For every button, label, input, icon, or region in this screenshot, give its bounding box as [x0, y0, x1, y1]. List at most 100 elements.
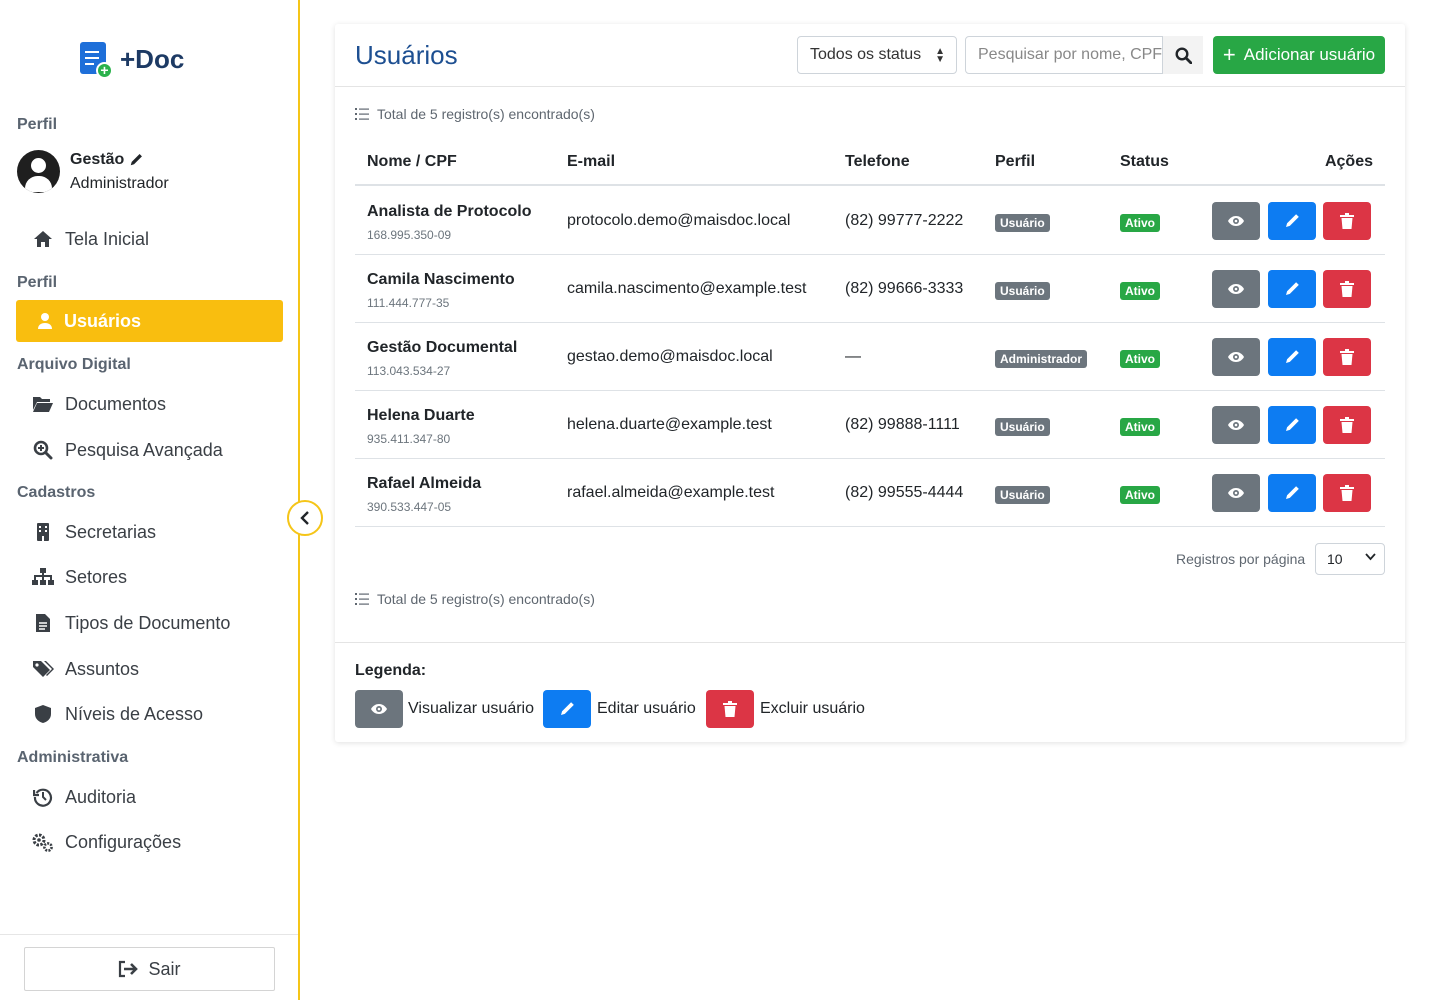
status-filter-value: Todos os status: [810, 46, 922, 63]
delete-user-button[interactable]: [1323, 474, 1371, 512]
card-header: Usuários Todos os status ▲ ▼ Pesquisar po…: [335, 24, 1405, 87]
sidebar-item-settings[interactable]: Configurações: [32, 830, 181, 854]
edit-user-button[interactable]: [1268, 202, 1316, 240]
sidebar-item-users[interactable]: Usuários: [16, 300, 283, 342]
eye-icon: [1227, 283, 1245, 295]
building-icon: [32, 521, 54, 543]
sitemap-icon: [32, 566, 54, 588]
total-records-text: Total de 5 registro(s) encontrado(s): [377, 106, 595, 122]
perfil-badge: Administrador: [995, 350, 1088, 368]
total-records-text: Total de 5 registro(s) encontrado(s): [377, 591, 595, 607]
list-icon: [355, 593, 369, 605]
user-email-cell: rafael.almeida@example.test: [567, 484, 775, 501]
delete-user-button[interactable]: [1323, 338, 1371, 376]
user-email-cell: camila.nascimento@example.test: [567, 280, 807, 297]
sidebar-item-label: Usuários: [64, 310, 142, 331]
sidebar-item-advanced-search[interactable]: Pesquisa Avançada: [32, 438, 223, 462]
section-admin: Administrativa: [17, 749, 129, 766]
tags-icon: [32, 658, 54, 680]
sidebar-item-home[interactable]: Tela Inicial: [32, 227, 149, 251]
history-icon: [32, 786, 54, 808]
sidebar-item-doc-types[interactable]: Tipos de Documento: [32, 611, 230, 635]
sort-caret-icon: ▲ ▼: [935, 46, 945, 65]
eye-icon: [370, 703, 388, 715]
user-email-cell: gestao.demo@maisdoc.local: [567, 348, 773, 365]
search-plus-icon: [32, 439, 54, 461]
search-icon: [1174, 46, 1192, 64]
user-cpf-cell: 935.411.347-80: [367, 432, 451, 446]
trash-icon: [723, 701, 737, 717]
pencil-icon: [1284, 213, 1300, 229]
status-filter-select[interactable]: Todos os status ▲ ▼: [797, 36, 957, 74]
column-status: Status: [1120, 153, 1169, 170]
search-button[interactable]: [1163, 36, 1203, 74]
sidebar-item-label: Níveis de Acesso: [65, 703, 204, 724]
user-role: Administrador: [70, 174, 169, 192]
total-records-bottom: Total de 5 registro(s) encontrado(s): [355, 591, 595, 607]
sidebar-item-assuntos[interactable]: Assuntos: [32, 657, 139, 681]
pencil-icon: [559, 701, 575, 717]
add-user-button[interactable]: + Adicionar usuário: [1213, 36, 1385, 74]
perfil-badge: Usuário: [995, 214, 1050, 232]
section-perfil: Perfil: [17, 274, 58, 291]
status-badge: Ativo: [1120, 350, 1160, 368]
per-page-select[interactable]: 10: [1315, 543, 1385, 575]
view-user-button[interactable]: [1212, 338, 1260, 376]
column-email: E-mail: [567, 153, 616, 170]
status-badge: Ativo: [1120, 282, 1160, 300]
sidebar-item-documents[interactable]: Documentos: [32, 392, 166, 416]
trash-icon: [1340, 281, 1354, 297]
sign-out-icon: [118, 960, 139, 978]
user-email-cell: helena.duarte@example.test: [567, 416, 772, 433]
search-placeholder: Pesquisar por nome, CPF: [978, 46, 1163, 63]
section-registers: Cadastros: [17, 484, 96, 501]
shield-icon: [32, 703, 54, 725]
trash-icon: [1340, 349, 1354, 365]
eye-icon: [1227, 419, 1245, 431]
column-perfil: Perfil: [995, 153, 1036, 170]
legend-view-label: Visualizar usuário: [408, 700, 534, 717]
logout-label: Sair: [148, 958, 181, 979]
sidebar-item-setores[interactable]: Setores: [32, 565, 127, 589]
user-name: Gestão: [70, 150, 125, 168]
perfil-badge: Usuário: [995, 418, 1050, 436]
delete-user-button[interactable]: [1323, 202, 1371, 240]
sidebar-item-label: Secretarias: [65, 521, 157, 542]
sidebar-item-label: Auditoria: [65, 786, 137, 807]
total-records-top: Total de 5 registro(s) encontrado(s): [355, 106, 595, 122]
sidebar-item-audit[interactable]: Auditoria: [32, 785, 136, 809]
trash-icon: [1340, 485, 1354, 501]
logout-button[interactable]: Sair: [24, 947, 275, 991]
table-row: Analista de Protocolo 168.995.350-09 proto…: [355, 187, 1385, 255]
user-name-cell: Rafael Almeida: [367, 475, 482, 492]
table-row: Helena Duarte 935.411.347-80 helena.duarte…: [355, 391, 1385, 459]
view-user-button[interactable]: [1212, 270, 1260, 308]
eye-icon: [1227, 487, 1245, 499]
edit-user-button[interactable]: [1268, 270, 1316, 308]
pencil-icon[interactable]: [129, 153, 143, 167]
sidebar-item-secretarias[interactable]: Secretarias: [32, 520, 156, 544]
user-profile[interactable]: Gestão Administrador: [17, 150, 169, 193]
edit-user-button[interactable]: [1268, 474, 1316, 512]
perfil-badge: Usuário: [995, 282, 1050, 300]
user-email-cell: protocolo.demo@maisdoc.local: [567, 212, 791, 229]
user-phone-cell: (82) 99555-4444: [845, 484, 964, 501]
user-phone-cell: —: [845, 348, 861, 365]
delete-user-button[interactable]: [1323, 406, 1371, 444]
delete-user-button[interactable]: [1323, 270, 1371, 308]
view-user-button[interactable]: [1212, 202, 1260, 240]
table-header: Nome / CPF E-mail Telefone Perfil Status…: [355, 144, 1385, 186]
trash-icon: [1340, 417, 1354, 433]
view-user-button[interactable]: [1212, 474, 1260, 512]
sidebar-item-access-levels[interactable]: Níveis de Acesso: [32, 702, 203, 726]
users-card: Usuários Todos os status ▲ ▼ Pesquisar po…: [335, 24, 1405, 742]
edit-user-button[interactable]: [1268, 406, 1316, 444]
sidebar-collapse-button[interactable]: [287, 500, 323, 536]
search-input[interactable]: Pesquisar por nome, CPF: [965, 36, 1163, 74]
edit-user-button[interactable]: [1268, 338, 1316, 376]
view-user-button[interactable]: [1212, 406, 1260, 444]
legend: Legenda: Visualizar usuário Editar usuár…: [335, 642, 1405, 742]
column-name: Nome / CPF: [367, 153, 457, 170]
pencil-icon: [1284, 281, 1300, 297]
app-logo[interactable]: + +Doc: [80, 42, 184, 79]
